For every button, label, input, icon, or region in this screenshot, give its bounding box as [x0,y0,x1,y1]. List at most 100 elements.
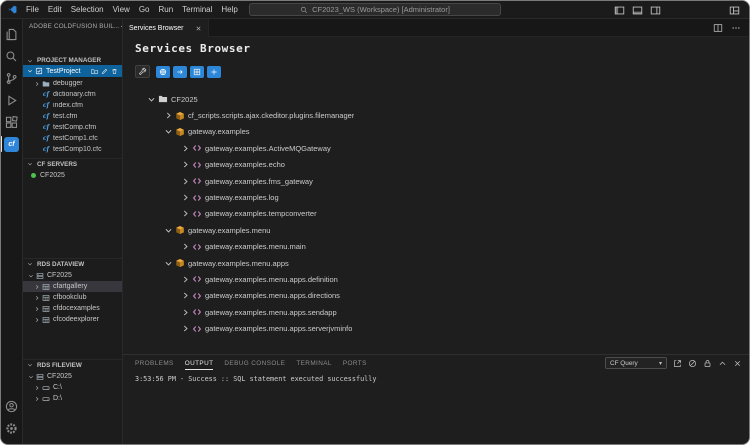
chevron-down-icon[interactable] [147,95,156,104]
customize-layout-icon[interactable] [729,5,740,16]
indent-spacer [34,92,40,98]
add-button[interactable] [207,66,221,78]
service-node-gateway-examples[interactable]: gateway.examples [123,124,749,140]
indent-spacer [34,147,40,153]
add-icon [210,68,218,76]
chevron-right-icon[interactable] [181,324,190,333]
chevron-right-icon[interactable] [181,144,190,153]
service-node-gateway-examples-menu-apps-serverjvminfo[interactable]: gateway.examples.menu.apps.serverjvminfo [123,320,749,336]
project-file-dictionary-cfm[interactable]: cf dictionary.cfm [23,89,122,100]
chevron-right-icon[interactable] [181,209,190,218]
panel-tab-problems[interactable]: PROBLEMS [135,360,174,370]
activity-accounts[interactable] [1,395,23,417]
project-file-debugger[interactable]: debugger [23,78,122,89]
datasource-cfcodeexplorer[interactable]: cfcodeexplorer [23,314,122,325]
clear-output-icon[interactable] [688,359,697,368]
new-folder-icon[interactable] [91,68,98,75]
section-rds-fileview[interactable]: RDS FILEVIEW [23,359,122,370]
service-node-cf2025[interactable]: CF2025 [123,91,749,107]
split-editor-icon[interactable] [713,23,723,33]
service-node-gateway-examples-tempconverter[interactable]: gateway.examples.tempconverter [123,206,749,222]
edit-icon[interactable] [101,68,108,75]
activity-source-control[interactable] [1,67,23,89]
activity-run-debug[interactable] [1,89,23,111]
more-actions-icon[interactable] [731,23,741,33]
chevron-right-icon[interactable] [181,193,190,202]
grid-button[interactable] [190,66,204,78]
datasource-cfartgallery[interactable]: cfartgallery [23,281,122,292]
datasource-cfbookclub[interactable]: cfbookclub [23,292,122,303]
project-file-testcomp-cfm[interactable]: cf testComp.cfm [23,122,122,133]
service-node-gateway-examples-activemqgateway[interactable]: gateway.examples.ActiveMQGateway [123,140,749,156]
project-file-testcomp1-cfc[interactable]: cf testComp1.cfc [23,133,122,144]
service-node-gateway-examples-log[interactable]: gateway.examples.log [123,189,749,205]
datasource-cfdocexamples[interactable]: cfdocexamples [23,303,122,314]
indent-spacer [34,125,40,131]
project-file-index-cfm[interactable]: cf index.cfm [23,100,122,111]
filter-settings-button[interactable] [135,65,150,78]
service-node-gateway-examples-fms-gateway[interactable]: gateway.examples.fms_gateway [123,173,749,189]
chevron-right-icon[interactable] [181,291,190,300]
service-node-gateway-examples-menu-apps[interactable]: gateway.examples.menu.apps [123,255,749,271]
chevron-right-icon[interactable] [181,242,190,251]
cf-server-cf2025[interactable]: CF2025 [23,170,122,181]
chevron-right-icon[interactable] [181,275,190,284]
chevron-right-icon[interactable] [181,308,190,317]
chevron-down-icon[interactable] [164,127,173,136]
chevron-right-icon[interactable] [181,177,190,186]
wrench-icon [138,67,147,76]
drive-d-[interactable]: D:\ [23,393,122,404]
activity-settings[interactable] [1,417,23,439]
chevron-right-icon[interactable] [164,111,173,120]
project-file-test-cfm[interactable]: cf test.cfm [23,111,122,122]
service-node-gateway-examples-menu-apps-definition[interactable]: gateway.examples.menu.apps.definition [123,271,749,287]
section-cf-servers[interactable]: CF SERVERS [23,158,122,169]
menu-selection[interactable]: Selection [67,3,108,16]
globe-button[interactable] [156,66,170,78]
close-panel-icon[interactable] [733,359,742,368]
activity-extensions[interactable] [1,111,23,133]
chevron-down-icon[interactable] [164,259,173,268]
service-node-gateway-examples-menu[interactable]: gateway.examples.menu [123,222,749,238]
panel-tab-debug-console[interactable]: DEBUG CONSOLE [224,360,285,370]
maximize-panel-icon[interactable] [718,359,727,368]
panel-tab-output[interactable]: OUTPUT [185,360,214,370]
chevron-right-icon[interactable] [181,160,190,169]
drive-c-[interactable]: C:\ [23,382,122,393]
chevron-down-icon [27,161,33,167]
service-node-gateway-examples-menu-apps-sendapp[interactable]: gateway.examples.menu.apps.sendapp [123,304,749,320]
project-testproject[interactable]: TestProject [23,65,122,77]
service-node-cf-scripts-scripts-ajax-ckeditor-plugins-filemanager[interactable]: cf_scripts.scripts.ajax.ckeditor.plugins… [123,107,749,123]
menu-edit[interactable]: Edit [44,3,66,16]
output-channel-select[interactable]: CF Query ▾ [605,357,667,369]
chevron-down-icon[interactable] [164,226,173,235]
close-tab-icon[interactable] [195,25,202,32]
section-rds-dataview[interactable]: RDS DATAVIEW [23,258,122,269]
menu-help[interactable]: Help [217,3,241,16]
menu-run[interactable]: Run [154,3,177,16]
layout-secondary-icon[interactable] [650,5,661,16]
activity-search[interactable] [1,45,23,67]
menu-file[interactable]: File [22,3,43,16]
open-editor-icon[interactable] [673,359,682,368]
panel-tab-terminal[interactable]: TERMINAL [296,360,332,370]
menu-terminal[interactable]: Terminal [178,3,216,16]
command-center-search[interactable]: CF2023_WS (Workspace) [Administrator] [249,3,501,16]
rds-fileview-server-row[interactable]: CF2025 [23,371,122,382]
service-node-gateway-examples-menu-main[interactable]: gateway.examples.menu.main [123,239,749,255]
panel-tab-ports[interactable]: PORTS [343,360,367,370]
layout-panel-icon[interactable] [632,5,643,16]
tab-services-browser[interactable]: Services Browser [123,19,209,37]
arrow-button[interactable] [173,66,187,78]
service-node-gateway-examples-menu-apps-directions[interactable]: gateway.examples.menu.apps.directions [123,288,749,304]
layout-sidebar-icon[interactable] [614,5,625,16]
delete-icon[interactable] [111,68,118,75]
project-file-testcomp10-cfc[interactable]: cf testComp10.cfc [23,144,122,155]
activity-coldfusion-builder[interactable]: cf [1,133,23,155]
rds-dataview-server-row[interactable]: CF2025 [23,270,122,281]
menu-go[interactable]: Go [135,3,154,16]
menu-view[interactable]: View [109,3,134,16]
activity-explorer[interactable] [1,23,23,45]
lock-icon[interactable] [703,359,712,368]
service-node-gateway-examples-echo[interactable]: gateway.examples.echo [123,157,749,173]
